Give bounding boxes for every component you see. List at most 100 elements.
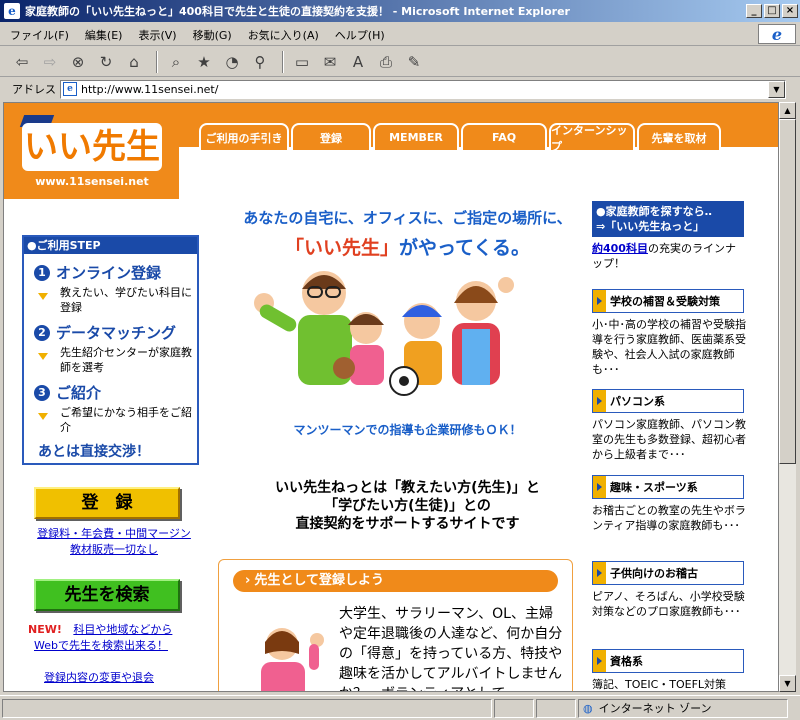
category-pc[interactable]: パソコン系: [592, 389, 744, 413]
nav-tabs: ご利用の手引き 登録 MEMBER FAQ インターンシップ 先輩を取材: [199, 123, 723, 153]
step-desc: 先生紹介センターが家庭教師を選考: [60, 346, 192, 374]
search-link-2[interactable]: Webで先生を検索出来る！: [34, 637, 208, 653]
tab-faq[interactable]: FAQ: [461, 123, 547, 150]
fullscreen-icon[interactable]: ▭: [290, 50, 314, 74]
register-link-materials[interactable]: 教材販売一切なし: [24, 541, 204, 557]
step-desc: ご希望にかなう相手をご紹介: [60, 406, 192, 434]
address-dropdown-icon[interactable]: ▼: [768, 80, 785, 98]
category-kids[interactable]: 子供向けのお稽古: [592, 561, 744, 585]
category-text: 小･中･高の学校の補習や受験指導を行う家庭教師、医歯薬系受験や、社会人入試の家庭…: [592, 318, 746, 376]
menu-go[interactable]: 移動(G): [193, 27, 232, 43]
scroll-thumb[interactable]: [779, 119, 796, 464]
subjects-link[interactable]: 約400科目: [592, 242, 648, 255]
intro-line-3: 直接契約をサポートするサイトです: [295, 516, 520, 532]
search-link-1[interactable]: 科目や地域などから: [73, 623, 172, 636]
vertical-scrollbar[interactable]: ▲ ▼: [779, 102, 796, 692]
chevron-right-icon: ›: [245, 573, 251, 588]
scroll-down-icon[interactable]: ▼: [779, 675, 796, 692]
bullet-arrow-icon: [593, 650, 606, 672]
toolbar: ⇦ ⇨ ⊗ ↻ ⌂ ⌕ ★ ◔ ⚲ ▭ ✉ A ⎙ ✎: [0, 47, 800, 77]
steps-box: ●ご利用STEP 1 オンライン登録 教えたい、学びたい科目に登録 2 データマ…: [22, 235, 199, 465]
favorites-icon[interactable]: ★: [192, 50, 216, 74]
bullet-arrow-icon: [593, 390, 606, 412]
nav-white-band: [179, 147, 778, 199]
step-number: 3: [34, 385, 50, 401]
search-icon[interactable]: ⌕: [164, 50, 188, 74]
address-label: アドレス: [12, 83, 56, 96]
minimize-button[interactable]: _: [746, 4, 762, 18]
step-title: ご紹介: [56, 384, 102, 402]
register-link-fees[interactable]: 登録料・年会費・中間マージン: [24, 525, 204, 541]
status-panel: [536, 698, 576, 718]
mail-icon[interactable]: ✉: [318, 50, 342, 74]
edit-icon[interactable]: ✎: [402, 50, 426, 74]
ie-throbber-icon: e: [758, 24, 796, 44]
search-teacher-button[interactable]: 先生を検索: [34, 579, 180, 611]
logo-url: www.11sensei.net: [35, 175, 149, 188]
find-heading-line-1: ●家庭教師を探すなら‥: [596, 205, 712, 218]
register-button[interactable]: 登 録: [34, 487, 180, 519]
status-message: [2, 698, 492, 718]
step-desc: 教えたい、学びたい科目に登録: [60, 286, 192, 314]
zone-label: インターネット ゾーン: [598, 702, 712, 715]
search-links: NEW! 科目や地域などから Webで先生を検索出来る！: [28, 621, 208, 653]
new-badge: NEW!: [28, 623, 62, 636]
tab-register[interactable]: 登録: [291, 123, 371, 150]
steps-final: あとは直接交渉！: [38, 444, 150, 460]
category-text: パソコン家庭教師、パソコン教室の先生も多数登録、超初心者から上級者まで･･･: [592, 418, 746, 461]
window-title: 家庭教師の「いい先生ねっと」400科目で先生と生徒の直接契約を支援！ - Mic…: [25, 5, 570, 18]
mantoman-text: マンツーマンでの指導も企業研修もＯＫ！: [293, 423, 522, 437]
category-text: お稽古ごとの教室の先生やボランティア指導の家庭教師も･･･: [592, 504, 746, 532]
logo-text: いい先生: [22, 123, 162, 171]
status-zone: ◍ インターネット ゾーン: [578, 698, 788, 718]
back-icon[interactable]: ⇦: [10, 50, 34, 74]
category-title: 資格系: [610, 655, 643, 668]
category-title: 学校の補習＆受験対策: [610, 295, 720, 308]
maximize-button[interactable]: □: [764, 4, 780, 18]
font-size-icon[interactable]: A: [346, 50, 370, 74]
history-icon[interactable]: ◔: [220, 50, 244, 74]
menu-help[interactable]: ヘルプ(H): [335, 27, 385, 43]
site-logo[interactable]: いい先生 www.11sensei.net: [19, 113, 162, 189]
scroll-up-icon[interactable]: ▲: [779, 102, 796, 119]
tagline-rest: がやってくる。: [398, 237, 531, 259]
tab-internship[interactable]: インターンシップ: [549, 123, 635, 153]
menu-view[interactable]: 表示(V): [138, 27, 176, 43]
stop-icon[interactable]: ⊗: [66, 50, 90, 74]
change-link[interactable]: 登録内容の変更や退会: [44, 669, 154, 685]
category-hobby[interactable]: 趣味・スポーツ系: [592, 475, 744, 499]
tab-member[interactable]: MEMBER: [373, 123, 459, 150]
family-illustration: [254, 271, 514, 396]
menu-file[interactable]: ファイル(F): [10, 27, 69, 43]
address-input[interactable]: e http://www.11sensei.net/ ▼: [60, 79, 786, 99]
bullet-arrow-icon: [593, 476, 606, 498]
menu-edit[interactable]: 編集(E): [85, 27, 123, 43]
category-title: パソコン系: [610, 395, 665, 408]
forward-icon[interactable]: ⇨: [38, 50, 62, 74]
category-text: ピアノ、そろばん、小学校受験対策などのプロ家庭教師も･･･: [592, 590, 745, 618]
boy-figure: [389, 303, 442, 396]
step-title: オンライン登録: [56, 264, 162, 282]
tab-interview[interactable]: 先輩を取材: [637, 123, 721, 150]
step-title: データマッチング: [56, 324, 177, 342]
home-icon[interactable]: ⌂: [122, 50, 146, 74]
toolbar-divider: [156, 50, 158, 73]
menu-favorites[interactable]: お気に入り(A): [248, 27, 319, 43]
close-button[interactable]: ×: [782, 4, 798, 18]
register-teacher-box: › 先生として登録しよう 大学生、サラリーマン、OL、主婦や定年退職後の人達など、…: [218, 559, 573, 691]
refresh-icon[interactable]: ↻: [94, 50, 118, 74]
tab-guide[interactable]: ご利用の手引き: [199, 123, 289, 150]
tagline-2: 「いい先生」がやってくる。: [230, 233, 585, 260]
category-qualification[interactable]: 資格系: [592, 649, 744, 673]
channels-icon[interactable]: ⚲: [248, 50, 272, 74]
register-teacher-heading[interactable]: › 先生として登録しよう: [233, 570, 558, 592]
toolbar-divider: [282, 50, 284, 73]
category-text: 簿記、TOEIC・TOEFL対策: [592, 678, 727, 691]
tagline-1: あなたの自宅に、オフィスに、ご指定の場所に、: [243, 209, 572, 227]
teacher-illustration: [261, 628, 324, 691]
down-arrow-icon: [38, 413, 48, 420]
steps-title: ●ご利用STEP: [24, 237, 197, 254]
category-school[interactable]: 学校の補習＆受験対策: [592, 289, 744, 313]
category-title: 趣味・スポーツ系: [610, 481, 698, 494]
print-icon[interactable]: ⎙: [374, 50, 398, 74]
